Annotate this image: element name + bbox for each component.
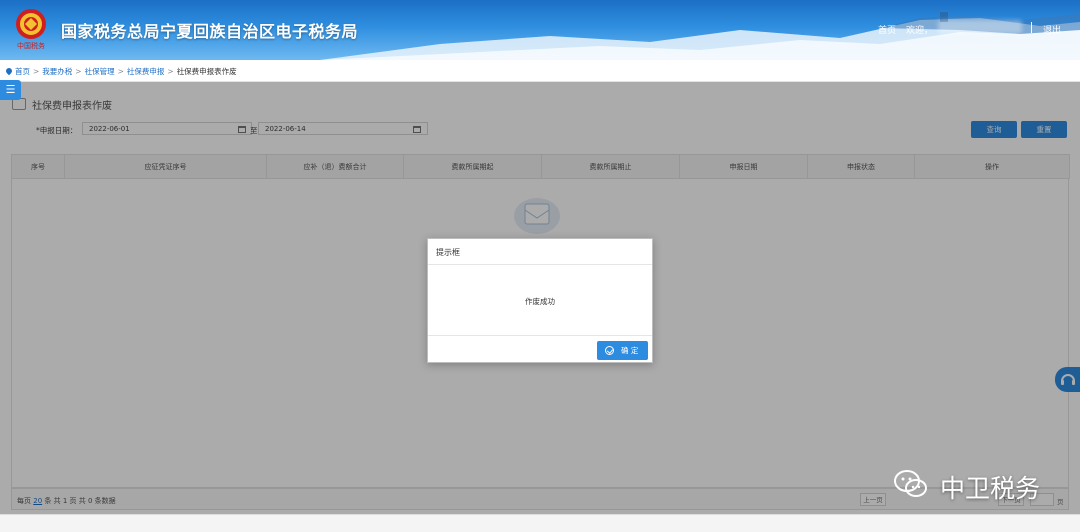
breadcrumb-current: 社保费申报表作废 — [176, 67, 237, 76]
site-header: 中国税务 国家税务总局宁夏回族自治区电子税务局 首页 欢迎， 退出 — [0, 0, 1080, 60]
breadcrumb-home[interactable]: 首页 — [15, 67, 30, 76]
header-divider — [1031, 22, 1032, 33]
breadcrumb-tax-handling[interactable]: 我要办税 — [42, 67, 72, 76]
check-circle-icon — [605, 346, 614, 355]
breadcrumb-declaration[interactable]: 社保费申报 — [127, 67, 165, 76]
confirm-button-label: 确 定 — [621, 346, 639, 355]
breadcrumb: 首页 > 我要办税 > 社保管理 > 社保费申报 > 社保费申报表作废 — [4, 66, 237, 77]
breadcrumb-bar: 首页 > 我要办税 > 社保管理 > 社保费申报 > 社保费申报表作废 — [0, 60, 1080, 82]
wechat-icon — [894, 470, 927, 497]
menu-toggle-icon[interactable]: ☰ — [0, 80, 21, 100]
breadcrumb-separator: > — [33, 67, 40, 76]
location-pin-icon — [4, 66, 14, 76]
breadcrumb-separator: > — [167, 67, 174, 76]
dialog-title: 提示框 — [428, 239, 652, 265]
footer-strip — [0, 514, 1080, 532]
home-link[interactable]: 首页 — [878, 23, 896, 36]
dialog-message: 作废成功 — [428, 265, 652, 336]
breadcrumb-separator: > — [117, 67, 124, 76]
confirm-button[interactable]: 确 定 — [597, 341, 648, 360]
username-blurred — [938, 20, 1022, 34]
breadcrumb-separator: > — [75, 67, 82, 76]
svg-text:中国税务: 中国税务 — [17, 41, 45, 50]
tax-emblem-logo: 中国税务 — [16, 9, 46, 50]
welcome-text: 欢迎， — [906, 26, 934, 36]
breadcrumb-social-security[interactable]: 社保管理 — [85, 67, 115, 76]
logout-link[interactable]: 退出 — [1043, 23, 1061, 36]
alert-dialog: 提示框 作废成功 确 定 — [427, 238, 653, 363]
watermark-text: 中卫税务 — [940, 474, 1041, 503]
site-title: 国家税务总局宁夏回族自治区电子税务局 — [61, 22, 359, 41]
